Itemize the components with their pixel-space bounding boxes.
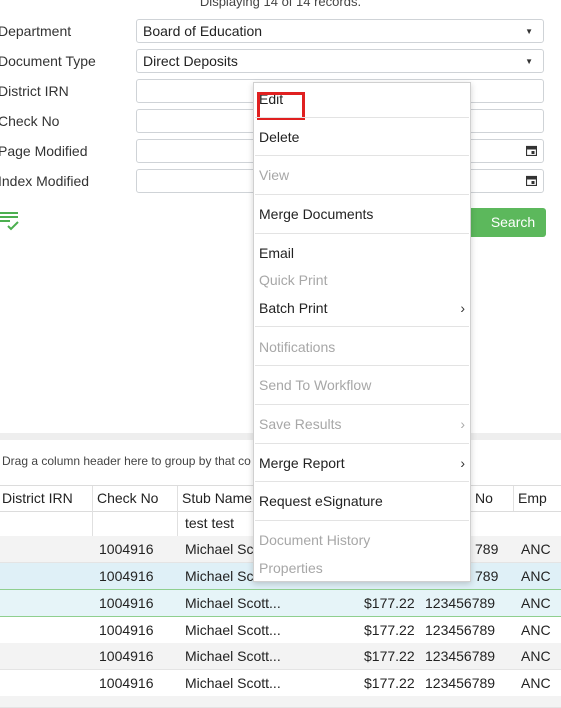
- menu-separator: [255, 117, 469, 118]
- menu-item-batch-print[interactable]: Batch Print ›: [259, 300, 465, 316]
- menu-separator: [255, 155, 469, 156]
- table-row[interactable]: 1004916 Michael Scott... $177.22 1234567…: [0, 643, 561, 670]
- chevron-down-icon: ▼: [525, 27, 533, 36]
- department-value: Board of Education: [143, 23, 263, 39]
- menu-item-merge-report-label: Merge Report: [259, 455, 345, 471]
- menu-separator: [255, 404, 469, 405]
- cell-no: 123456789: [425, 595, 496, 611]
- menu-item-merge-report[interactable]: Merge Report ›: [259, 455, 465, 471]
- menu-item-view: View: [259, 167, 290, 183]
- calendar-icon[interactable]: [526, 175, 537, 186]
- col-divider: [177, 510, 178, 536]
- table-row[interactable]: 1004916 Michael Scott... $177.22 1234567…: [0, 589, 561, 617]
- table-row[interactable]: 1004916 Michael Scott... $177.22 1234567…: [0, 670, 561, 697]
- col-divider: [513, 486, 514, 511]
- department-dropdown[interactable]: Board of Education ▼: [136, 19, 544, 43]
- department-label: Department: [0, 23, 72, 39]
- check-no-label: Check No: [0, 113, 60, 129]
- menu-item-quick-print: Quick Print: [259, 272, 328, 288]
- menu-item-document-history: Document History: [259, 532, 371, 548]
- menu-separator: [255, 443, 469, 444]
- calendar-icon[interactable]: [526, 145, 537, 156]
- index-modified-label: Index Modified: [0, 173, 90, 189]
- cell-emp: ANC: [521, 541, 551, 557]
- menu-item-merge-documents[interactable]: Merge Documents: [259, 206, 373, 222]
- cell-amount: $177.22: [364, 595, 415, 611]
- stub-name-filter-input[interactable]: test test: [185, 515, 234, 531]
- col-header-district-irn[interactable]: District IRN: [2, 490, 73, 506]
- menu-item-properties: Properties: [259, 560, 323, 576]
- cell-emp: ANC: [521, 648, 551, 664]
- chevron-right-icon: ›: [460, 416, 465, 432]
- cell-stub-name: Michael Sco: [185, 568, 262, 584]
- chevron-right-icon: ›: [460, 455, 465, 471]
- saved-search-icon[interactable]: [0, 211, 20, 231]
- menu-item-save-results: Save Results ›: [259, 416, 465, 432]
- menu-separator: [255, 233, 469, 234]
- context-menu: Edit Delete View Merge Documents Email Q…: [253, 82, 471, 582]
- cell-check-no: 1004916: [99, 595, 154, 611]
- cell-stub-name: Michael Scott...: [185, 595, 281, 611]
- cell-emp: ANC: [521, 595, 551, 611]
- menu-item-batch-print-label: Batch Print: [259, 300, 328, 316]
- menu-item-notifications: Notifications: [259, 339, 336, 355]
- cell-check-no: 1004916: [99, 541, 154, 557]
- cell-no: 789: [475, 541, 499, 557]
- menu-separator: [255, 194, 469, 195]
- document-type-value: Direct Deposits: [143, 53, 238, 69]
- cell-no: 123456789: [425, 648, 496, 664]
- cell-no: 123456789: [425, 622, 496, 638]
- cell-check-no: 1004916: [99, 675, 154, 691]
- chevron-down-icon: ▼: [525, 57, 533, 66]
- menu-separator: [255, 365, 469, 366]
- document-type-label: Document Type: [0, 53, 96, 69]
- highlight-box: [257, 92, 305, 120]
- search-button[interactable]: Search: [466, 208, 546, 237]
- cell-check-no: 1004916: [99, 648, 154, 664]
- col-header-no[interactable]: No: [475, 490, 493, 506]
- menu-separator: [255, 520, 469, 521]
- document-type-dropdown[interactable]: Direct Deposits ▼: [136, 49, 544, 73]
- col-header-stub-name[interactable]: Stub Name: [182, 490, 252, 506]
- menu-item-save-results-label: Save Results: [259, 416, 342, 432]
- col-divider: [92, 486, 93, 511]
- menu-separator: [255, 326, 469, 327]
- cell-emp: ANC: [521, 568, 551, 584]
- cell-amount: $177.22: [364, 648, 415, 664]
- page-modified-label: Page Modified: [0, 143, 88, 159]
- cell-stub-name: Michael Scott...: [185, 648, 281, 664]
- table-row[interactable]: 1004916 Michael Scott... $177.22 1234567…: [0, 617, 561, 644]
- menu-item-email[interactable]: Email: [259, 245, 294, 261]
- cell-amount: $177.22: [364, 675, 415, 691]
- cell-stub-name: Michael Scott...: [185, 675, 281, 691]
- menu-item-delete[interactable]: Delete: [259, 129, 299, 145]
- cell-no: 789: [475, 568, 499, 584]
- cell-stub-name: Michael Scott...: [185, 622, 281, 638]
- cell-emp: ANC: [521, 622, 551, 638]
- col-divider: [177, 486, 178, 511]
- cell-no: 123456789: [425, 675, 496, 691]
- records-status: Displaying 14 of 14 records.: [199, 0, 362, 9]
- menu-item-request-esignature[interactable]: Request eSignature: [259, 493, 383, 509]
- col-header-check-no[interactable]: Check No: [97, 490, 158, 506]
- group-by-hint: Drag a column header here to group by th…: [2, 454, 251, 468]
- table-row-partial: [0, 696, 561, 708]
- col-header-emp[interactable]: Emp: [518, 490, 547, 506]
- cell-stub-name: Michael Sco: [185, 541, 262, 557]
- cell-check-no: 1004916: [99, 568, 154, 584]
- menu-separator: [255, 481, 469, 482]
- chevron-right-icon: ›: [460, 300, 465, 316]
- menu-item-edit[interactable]: Edit: [257, 91, 305, 120]
- col-divider: [92, 510, 93, 536]
- district-irn-label: District IRN: [0, 83, 69, 99]
- cell-emp: ANC: [521, 675, 551, 691]
- cell-amount: $177.22: [364, 622, 415, 638]
- cell-check-no: 1004916: [99, 622, 154, 638]
- menu-item-send-to-workflow: Send To Workflow: [259, 377, 372, 393]
